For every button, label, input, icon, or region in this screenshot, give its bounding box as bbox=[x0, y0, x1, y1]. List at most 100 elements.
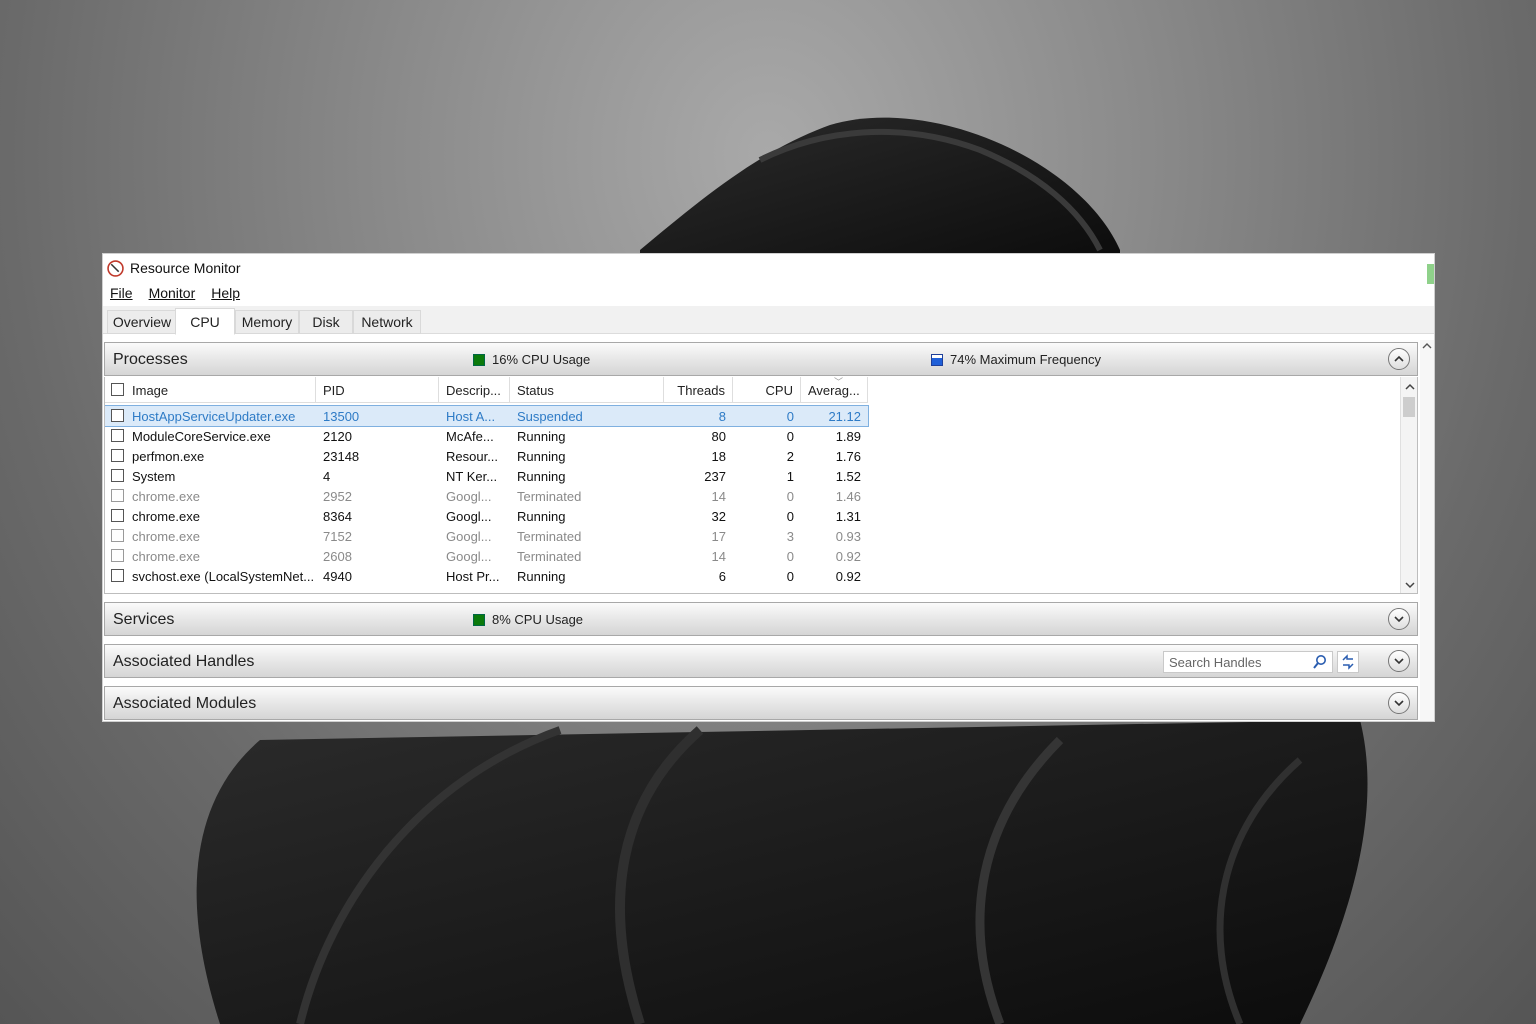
chevron-down-icon bbox=[1394, 658, 1404, 665]
table-row[interactable]: ModuleCoreService.exe 2120 McAfe... Running… bbox=[105, 426, 868, 446]
cell-image: chrome.exe bbox=[132, 488, 200, 504]
services-title: Services bbox=[113, 611, 175, 628]
cell-status: Running bbox=[517, 508, 566, 524]
scrollbar-thumb[interactable] bbox=[1403, 397, 1415, 417]
resource-monitor-window: Resource Monitor File Monitor Help Overv… bbox=[103, 254, 1434, 721]
cell-image: perfmon.exe bbox=[132, 448, 205, 464]
cell-threads: 17 bbox=[711, 528, 726, 544]
chevron-down-icon bbox=[1394, 616, 1404, 623]
handles-expand-button[interactable] bbox=[1388, 650, 1410, 672]
cell-cpu: 3 bbox=[786, 528, 794, 544]
cell-cpu: 2 bbox=[786, 448, 794, 464]
cell-cpu: 1 bbox=[786, 468, 794, 484]
processes-collapse-button[interactable] bbox=[1388, 348, 1410, 370]
column-cpu[interactable]: CPU bbox=[733, 377, 801, 403]
cell-average-cpu: 1.76 bbox=[835, 448, 861, 464]
cell-image: chrome.exe bbox=[132, 548, 200, 564]
cell-threads: 8 bbox=[718, 408, 726, 424]
cell-status: Running bbox=[517, 428, 566, 444]
handles-panel-header[interactable]: Associated Handles Search Handles bbox=[104, 644, 1418, 678]
processes-cpu-usage: 16% CPU Usage bbox=[473, 352, 590, 367]
menu-file[interactable]: File bbox=[110, 285, 133, 301]
modules-expand-button[interactable] bbox=[1388, 692, 1410, 714]
cell-average-cpu: 0.92 bbox=[835, 568, 861, 584]
cell-average-cpu: 21.12 bbox=[828, 408, 861, 424]
cell-status: Running bbox=[517, 568, 566, 584]
cell-description: Resour... bbox=[446, 448, 499, 464]
cell-threads: 18 bbox=[711, 448, 726, 464]
cell-cpu: 0 bbox=[786, 408, 794, 424]
select-all-checkbox[interactable] bbox=[111, 383, 124, 396]
window-title: Resource Monitor bbox=[130, 260, 241, 276]
window-scrollbar[interactable] bbox=[1420, 340, 1434, 721]
scroll-down-icon[interactable] bbox=[1401, 576, 1417, 593]
cell-average-cpu: 0.92 bbox=[835, 548, 861, 564]
chevron-down-icon bbox=[1394, 700, 1404, 707]
cell-status: Running bbox=[517, 448, 566, 464]
table-row[interactable]: HostAppServiceUpdater.exe 13500 Host A... S… bbox=[105, 405, 869, 427]
column-threads[interactable]: Threads bbox=[664, 377, 733, 403]
column-description[interactable]: Descrip... bbox=[439, 377, 510, 403]
menu-bar: File Monitor Help bbox=[103, 282, 256, 304]
tab-bar: Overview CPU Memory Disk Network bbox=[103, 306, 1434, 335]
tab-memory[interactable]: Memory bbox=[235, 310, 299, 334]
services-expand-button[interactable] bbox=[1388, 608, 1410, 630]
tab-network[interactable]: Network bbox=[353, 310, 421, 334]
cell-pid: 7152 bbox=[323, 528, 352, 544]
menu-monitor[interactable]: Monitor bbox=[149, 285, 196, 301]
column-average-cpu[interactable]: ﹀ Averag... bbox=[801, 377, 868, 403]
cell-threads: 6 bbox=[718, 568, 726, 584]
tab-cpu[interactable]: CPU bbox=[175, 308, 235, 335]
scroll-up-icon[interactable] bbox=[1401, 378, 1417, 395]
services-cpu-usage: 8% CPU Usage bbox=[473, 612, 583, 627]
tab-disk[interactable]: Disk bbox=[299, 310, 353, 334]
refresh-icon[interactable] bbox=[1337, 651, 1359, 673]
processes-scrollbar[interactable] bbox=[1400, 377, 1417, 593]
table-row[interactable]: svchost.exe (LocalSystemNet... 4940 Host P… bbox=[105, 566, 868, 586]
table-row[interactable]: chrome.exe 7152 Googl... Terminated 17 3 0.93 bbox=[105, 526, 868, 546]
table-row[interactable]: chrome.exe 2952 Googl... Terminated 14 0 1.46 bbox=[105, 486, 868, 506]
cell-image: ModuleCoreService.exe bbox=[132, 428, 271, 444]
cell-status: Terminated bbox=[517, 528, 582, 544]
cell-cpu: 0 bbox=[786, 548, 794, 564]
tab-overview[interactable]: Overview bbox=[107, 310, 177, 334]
cell-average-cpu: 1.89 bbox=[835, 428, 861, 444]
table-row[interactable]: perfmon.exe 23148 Resour... Running 18 2 1.76 bbox=[105, 446, 868, 466]
cell-description: Googl... bbox=[446, 508, 492, 524]
cell-description: Googl... bbox=[446, 488, 492, 504]
cell-pid: 2120 bbox=[323, 428, 352, 444]
search-icon[interactable] bbox=[1312, 654, 1328, 670]
table-row[interactable]: chrome.exe 2608 Googl... Terminated 14 0 0.92 bbox=[105, 546, 868, 566]
sort-descending-icon: ﹀ bbox=[834, 377, 844, 387]
table-row[interactable]: chrome.exe 8364 Googl... Running 32 0 1.31 bbox=[105, 506, 868, 526]
column-pid[interactable]: PID bbox=[316, 377, 439, 403]
cell-average-cpu: 0.93 bbox=[835, 528, 861, 544]
menu-help[interactable]: Help bbox=[211, 285, 240, 301]
title-bar: Resource Monitor bbox=[103, 254, 1434, 284]
cell-pid: 8364 bbox=[323, 508, 352, 524]
processes-panel-header[interactable]: Processes 16% CPU Usage 74% Maximum Freq… bbox=[104, 342, 1418, 376]
column-status[interactable]: Status bbox=[510, 377, 664, 403]
max-frequency-label: 74% Maximum Frequency bbox=[950, 352, 1101, 367]
cell-pid: 4 bbox=[323, 468, 331, 484]
cell-status: Suspended bbox=[517, 408, 583, 424]
frequency-swatch bbox=[931, 353, 943, 366]
cell-cpu: 0 bbox=[786, 488, 794, 504]
modules-title: Associated Modules bbox=[113, 695, 257, 712]
table-row[interactable]: System 4 NT Ker... Running 237 1 1.52 bbox=[105, 466, 868, 486]
resource-monitor-icon bbox=[107, 259, 124, 277]
modules-panel-header[interactable]: Associated Modules bbox=[104, 686, 1418, 720]
max-frequency: 74% Maximum Frequency bbox=[931, 352, 1101, 367]
services-panel-header[interactable]: Services 8% CPU Usage bbox=[104, 602, 1418, 636]
chevron-up-icon[interactable] bbox=[1420, 340, 1434, 352]
cell-pid: 2952 bbox=[323, 488, 352, 504]
cell-image: HostAppServiceUpdater.exe bbox=[132, 408, 296, 424]
cell-image: chrome.exe bbox=[132, 528, 200, 544]
window-edge-indicator bbox=[1427, 264, 1434, 284]
cell-average-cpu: 1.46 bbox=[835, 488, 861, 504]
services-cpu-label: 8% CPU Usage bbox=[492, 612, 584, 627]
search-handles-placeholder: Search Handles bbox=[1169, 655, 1262, 670]
column-image[interactable]: Image bbox=[105, 377, 316, 403]
cell-status: Terminated bbox=[517, 548, 582, 564]
search-handles-input[interactable]: Search Handles bbox=[1163, 651, 1333, 673]
